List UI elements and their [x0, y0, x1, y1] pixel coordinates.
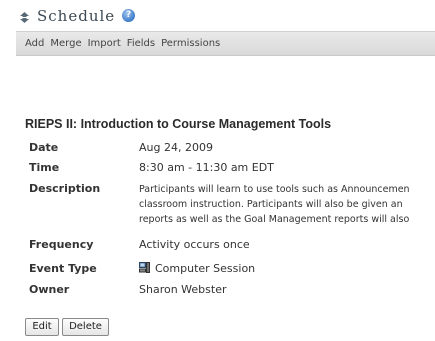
event-type-value: Computer Session — [139, 262, 255, 275]
event-title: RIEPS II: Introduction to Course Managem… — [25, 117, 332, 131]
toolbar: Add Merge Import Fields Permissions — [16, 31, 435, 56]
edit-button[interactable]: Edit — [25, 318, 59, 336]
page-title: Schedule — [37, 6, 116, 25]
description-label: Description — [29, 182, 101, 195]
add-button[interactable]: Add — [25, 38, 44, 49]
description-line: classroom instruction. Participants will… — [139, 199, 403, 210]
time-label: Time — [29, 161, 60, 174]
delete-button[interactable]: Delete — [62, 318, 109, 336]
owner-value: Sharon Webster — [139, 283, 227, 296]
frequency-label: Frequency — [29, 238, 94, 251]
help-icon[interactable]: ? — [122, 9, 136, 22]
description-line: Participants will learn to use tools suc… — [139, 184, 410, 195]
description-line: reports as well as the Goal Management r… — [139, 214, 410, 225]
frequency-value: Activity occurs once — [139, 238, 250, 251]
arrows-icon — [19, 9, 30, 23]
title-bar: Schedule ? — [0, 0, 435, 31]
owner-label: Owner — [29, 283, 70, 296]
date-label: Date — [29, 141, 59, 154]
description-value: Participants will learn to use tools suc… — [139, 182, 410, 227]
time-value: 8:30 am - 11:30 am EDT — [139, 161, 274, 174]
merge-button[interactable]: Merge — [50, 38, 81, 49]
computer-session-icon — [139, 262, 150, 273]
permissions-button[interactable]: Permissions — [161, 38, 220, 49]
fields-button[interactable]: Fields — [127, 38, 155, 49]
event-type-text: Computer Session — [155, 262, 256, 275]
import-button[interactable]: Import — [88, 38, 121, 49]
date-value: Aug 24, 2009 — [139, 141, 213, 154]
schedule-page: Schedule ? Add Merge Import Fields Permi… — [0, 0, 435, 341]
event-type-label: Event Type — [29, 262, 97, 275]
